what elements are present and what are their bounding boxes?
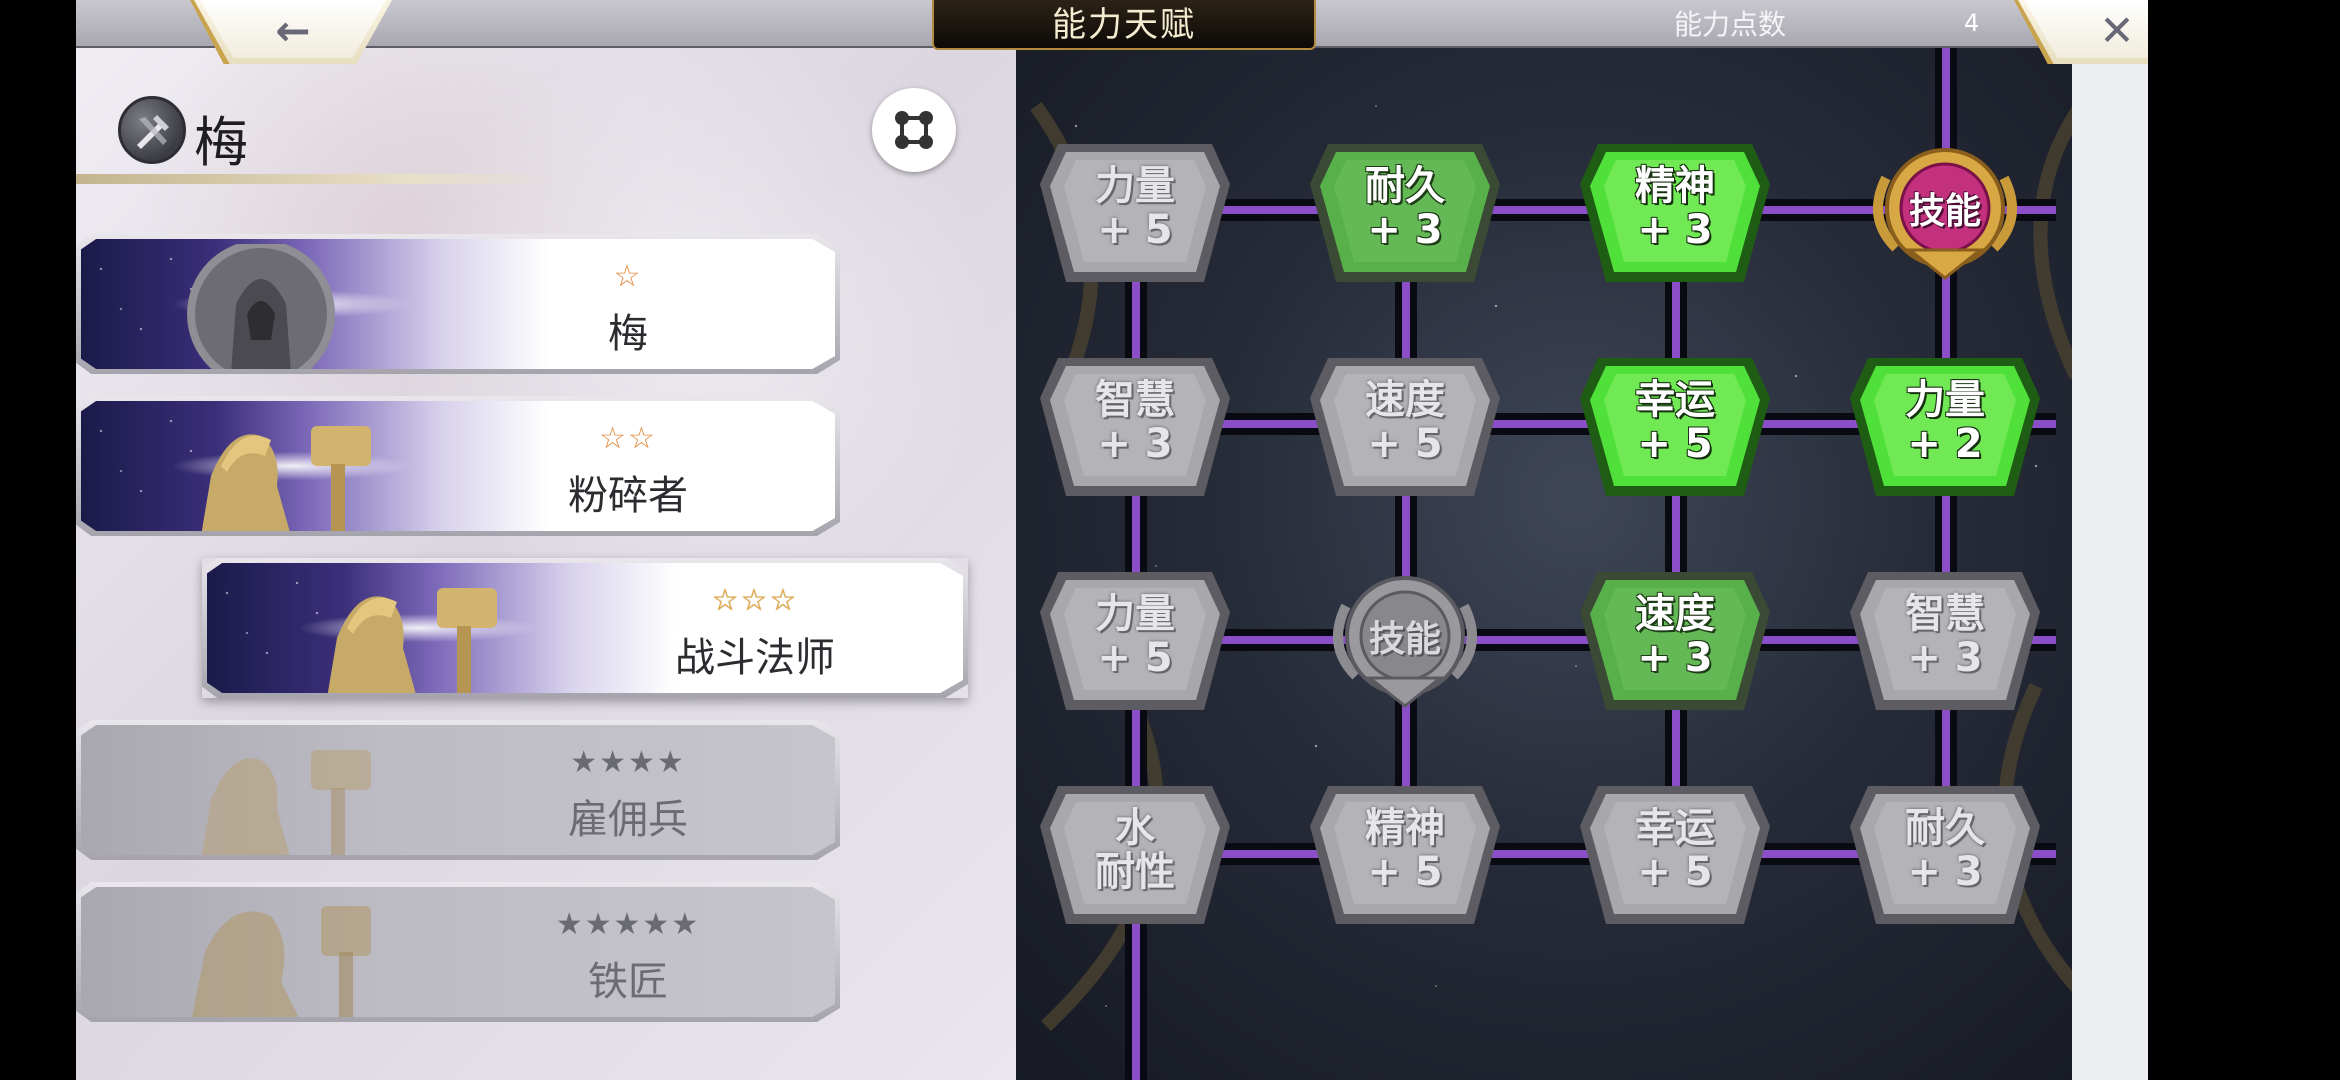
job-stars: ☆ [613, 259, 643, 294]
ability-node[interactable]: 幸运 + 5 [1576, 352, 1774, 502]
job-name: 梅 [608, 311, 648, 357]
ability-node-value: + 5 [1097, 207, 1173, 253]
job-stars: ★★★★★ [555, 907, 701, 942]
ability-node-name: 技能 [1368, 619, 1441, 660]
ability-node-value: + 5 [1367, 849, 1443, 895]
ability-node[interactable]: 精神 + 5 [1306, 780, 1504, 930]
ability-node[interactable]: 精神 + 3 [1576, 138, 1774, 288]
ability-node-name: 力量 [1095, 163, 1175, 209]
ability-node-value: + 3 [1907, 635, 1983, 681]
name-underline [76, 174, 554, 184]
ability-node[interactable]: 幸运 + 5 [1576, 780, 1774, 930]
job-name: 铁匠 [588, 959, 668, 1005]
ability-node-name: 精神 [1635, 163, 1715, 209]
ability-node-name: 幸运 [1635, 377, 1715, 423]
node-toggle-button[interactable] [872, 88, 956, 172]
job-name: 雇佣兵 [568, 797, 688, 843]
ability-node-name: 力量 [1095, 591, 1175, 637]
job-card-crusher[interactable]: ☆☆ 粉碎者 [76, 396, 840, 536]
ability-node[interactable]: 技能 [1846, 138, 2044, 288]
ability-node-name: 智慧 [1905, 591, 1985, 637]
ability-node-name: 水 [1115, 805, 1155, 851]
ability-node-name: 技能 [1908, 191, 1981, 232]
ability-node[interactable]: 力量 + 5 [1036, 138, 1234, 288]
ability-node-value: + 3 [1637, 635, 1713, 681]
ability-node[interactable]: 水耐性 [1036, 780, 1234, 930]
job-card-battle-mage[interactable]: ☆☆☆ 战斗法师 [202, 558, 968, 698]
ability-node-name: 力量 [1905, 377, 1985, 423]
job-stars: ★★★★ [570, 745, 686, 780]
ability-board: 力量 + 5 耐久 + 3 精神 + 3 技能 智慧 + 3 速度 + 5 幸运… [1016, 46, 2148, 1080]
ability-node-value: + 5 [1637, 849, 1713, 895]
ability-node-name: 幸运 [1635, 805, 1715, 851]
page-title-plate: 能力天赋 [932, 0, 1316, 50]
ability-node-value: + 2 [1907, 421, 1983, 467]
job-card-blacksmith[interactable]: ★★★★★ 铁匠 [76, 882, 840, 1022]
job-panel: 梅 ☆ 梅 ☆☆ 粉碎者 ☆☆☆ 战斗法师 ★★★★ 雇佣兵 ★★★★★ 铁匠 [76, 46, 1016, 1080]
ability-node-value: + 5 [1097, 635, 1173, 681]
job-name: 战斗法师 [675, 635, 835, 681]
ability-node[interactable]: 速度 + 5 [1306, 352, 1504, 502]
class-emblem-icon [118, 96, 186, 164]
ability-node-name: 耐久 [1905, 805, 1985, 851]
ability-node-value: + 5 [1367, 421, 1443, 467]
ability-node-value: + 3 [1097, 421, 1173, 467]
ability-node[interactable]: 速度 + 3 [1576, 566, 1774, 716]
job-stars: ☆☆☆ [711, 583, 799, 618]
job-stars: ☆☆ [599, 421, 657, 456]
game-screen: ← 能力天赋 能力点数 4 ✕ 梅 ☆ 梅 ☆☆ 粉碎者 ☆☆☆ 战斗法师 ★★… [76, 0, 2148, 1080]
ability-node-name: 精神 [1365, 805, 1445, 851]
ability-points-value: 4 [1964, 9, 1980, 37]
ability-node-name: 智慧 [1095, 377, 1175, 423]
job-name: 粉碎者 [568, 473, 688, 519]
page-title: 能力天赋 [1052, 5, 1196, 45]
ability-node[interactable]: 耐久 + 3 [1846, 780, 2044, 930]
ability-node-value: + 3 [1907, 849, 1983, 895]
ability-node-value: + 3 [1637, 207, 1713, 253]
side-strip [2072, 46, 2148, 1080]
back-arrow-icon: ← [275, 6, 311, 55]
job-card-mercenary[interactable]: ★★★★ 雇佣兵 [76, 720, 840, 860]
job-card-mei[interactable]: ☆ 梅 [76, 234, 840, 374]
ability-node[interactable]: 智慧 + 3 [1036, 352, 1234, 502]
character-name: 梅 [194, 111, 248, 174]
ability-node-name: 速度 [1365, 377, 1445, 423]
node-toggle-icon [895, 111, 933, 149]
ability-node-value: + 3 [1367, 207, 1443, 253]
ability-node[interactable]: 智慧 + 3 [1846, 566, 2044, 716]
ability-node-name: 耐久 [1365, 163, 1445, 209]
ability-node-value: + 5 [1637, 421, 1713, 467]
ability-node[interactable]: 力量 + 5 [1036, 566, 1234, 716]
ability-node[interactable]: 力量 + 2 [1846, 352, 2044, 502]
ability-points-label: 能力点数 [1674, 8, 1787, 41]
ability-node-value: 耐性 [1095, 849, 1175, 895]
ability-node[interactable]: 耐久 + 3 [1306, 138, 1504, 288]
ability-node[interactable]: 技能 [1306, 566, 1504, 716]
ability-node-name: 速度 [1635, 591, 1715, 637]
